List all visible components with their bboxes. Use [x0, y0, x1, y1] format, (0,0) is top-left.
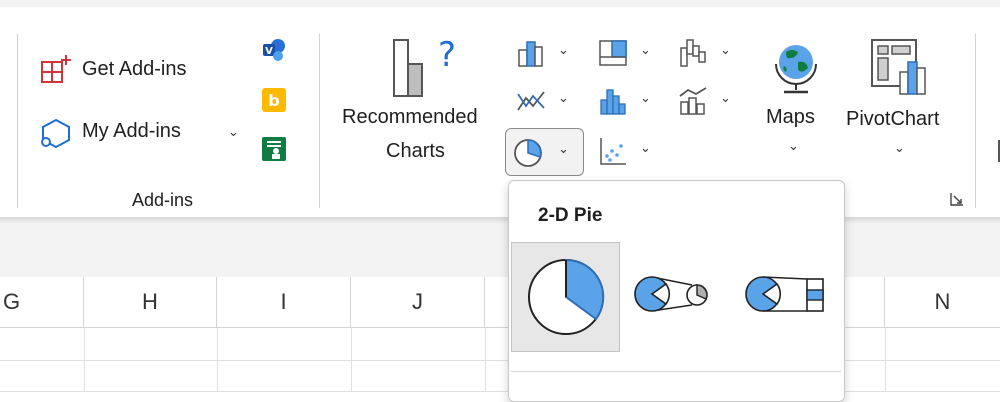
pie-icon [528, 258, 605, 335]
chevron-down-icon: ⌄ [640, 42, 651, 57]
bar-of-pie-option[interactable] [743, 271, 827, 321]
group-separator [319, 34, 320, 208]
people-graph-icon[interactable] [262, 137, 286, 161]
recommended-charts-label-line2: Charts [386, 140, 445, 162]
line-chart-icon [517, 91, 545, 111]
chevron-down-icon: ⌄ [720, 90, 731, 105]
scatter-chart-button[interactable]: ⌄ [596, 134, 658, 168]
combo-chart-icon [679, 87, 707, 115]
bar-of-pie-icon [745, 276, 824, 312]
title-strip [0, 0, 1000, 7]
get-addins-icon [41, 55, 71, 83]
visio-icon[interactable]: V [262, 38, 286, 62]
statistic-chart-icon [600, 89, 626, 115]
column-header-n[interactable]: N [885, 277, 1000, 327]
column-gridline [351, 328, 352, 392]
hierarchy-chart-button[interactable]: ⌄ [596, 36, 658, 70]
hierarchy-chart-icon [599, 40, 627, 66]
line-chart-button[interactable]: ⌄ [514, 84, 576, 118]
chevron-down-icon[interactable]: ⌄ [228, 124, 239, 140]
column-gridline [485, 328, 486, 392]
column-header-h[interactable]: H [84, 277, 217, 327]
column-header-row: G H I J N [0, 277, 1000, 328]
combo-chart-button[interactable]: ⌄ [676, 84, 738, 118]
cell-grid[interactable] [0, 328, 1000, 392]
get-addins-label: Get Add-ins [82, 58, 187, 80]
pie-chart-dropdown: 2-D Pie [508, 180, 845, 402]
pie-of-pie-option[interactable] [632, 271, 716, 321]
recommended-charts-label-line1: Recommended [342, 106, 478, 128]
recommended-charts-button[interactable]: ? Recommended Charts [340, 36, 500, 166]
dropdown-divider [511, 371, 841, 372]
pivotchart-icon [871, 39, 926, 95]
pie-chart-button[interactable]: ⌄ [505, 128, 584, 176]
get-addins-button[interactable]: Get Add-ins [38, 52, 218, 88]
bing-icon[interactable]: b [262, 88, 286, 112]
row-gridline [0, 360, 1000, 361]
chevron-down-icon: ⌄ [640, 90, 651, 105]
column-chart-icon [518, 41, 543, 67]
group-separator [975, 34, 976, 208]
column-gridline [885, 328, 886, 392]
my-addins-label: My Add-ins [82, 120, 181, 142]
maps-label: Maps [766, 106, 815, 128]
statistic-chart-button[interactable]: ⌄ [596, 84, 658, 118]
scatter-chart-icon [600, 138, 626, 165]
chevron-down-icon: ⌄ [640, 140, 651, 155]
chevron-down-icon: ⌄ [558, 141, 569, 156]
column-header-i[interactable]: I [217, 277, 351, 327]
column-header-j[interactable]: J [351, 277, 485, 327]
column-header-g[interactable]: G [0, 277, 84, 327]
column-chart-button[interactable]: ⌄ [514, 36, 576, 70]
column-gridline [217, 328, 218, 392]
globe-icon [775, 45, 817, 94]
my-addins-icon [41, 118, 70, 148]
waterfall-chart-button[interactable]: ⌄ [676, 36, 738, 70]
pie-of-pie-icon [634, 276, 708, 312]
maps-button[interactable]: Maps ⌄ [760, 36, 832, 166]
pivotchart-button[interactable]: PivotChart ⌄ [842, 36, 958, 166]
pie-chart-icon [514, 139, 542, 167]
chevron-down-icon: ⌄ [558, 42, 569, 57]
chevron-down-icon: ⌄ [558, 90, 569, 105]
formula-bar-area [0, 223, 1000, 277]
chevron-down-icon: ⌄ [894, 140, 905, 155]
pivotchart-label: PivotChart [846, 108, 940, 130]
group-separator [17, 34, 18, 208]
waterfall-chart-icon [680, 39, 706, 67]
charts-dialog-launcher-icon[interactable] [950, 192, 964, 206]
svg-text:b: b [268, 91, 279, 110]
svg-text:?: ? [438, 36, 454, 75]
addins-group-label: Add-ins [132, 190, 194, 210]
svg-text:V: V [265, 46, 273, 57]
column-gridline [84, 328, 85, 392]
recommended-charts-icon: ? [393, 36, 454, 97]
my-addins-button[interactable]: My Add-ins ⌄ [38, 114, 248, 150]
chevron-down-icon: ⌄ [720, 42, 731, 57]
dropdown-section-title: 2-D Pie [538, 205, 603, 226]
chevron-down-icon: ⌄ [788, 138, 799, 153]
pie-option[interactable] [511, 242, 620, 352]
